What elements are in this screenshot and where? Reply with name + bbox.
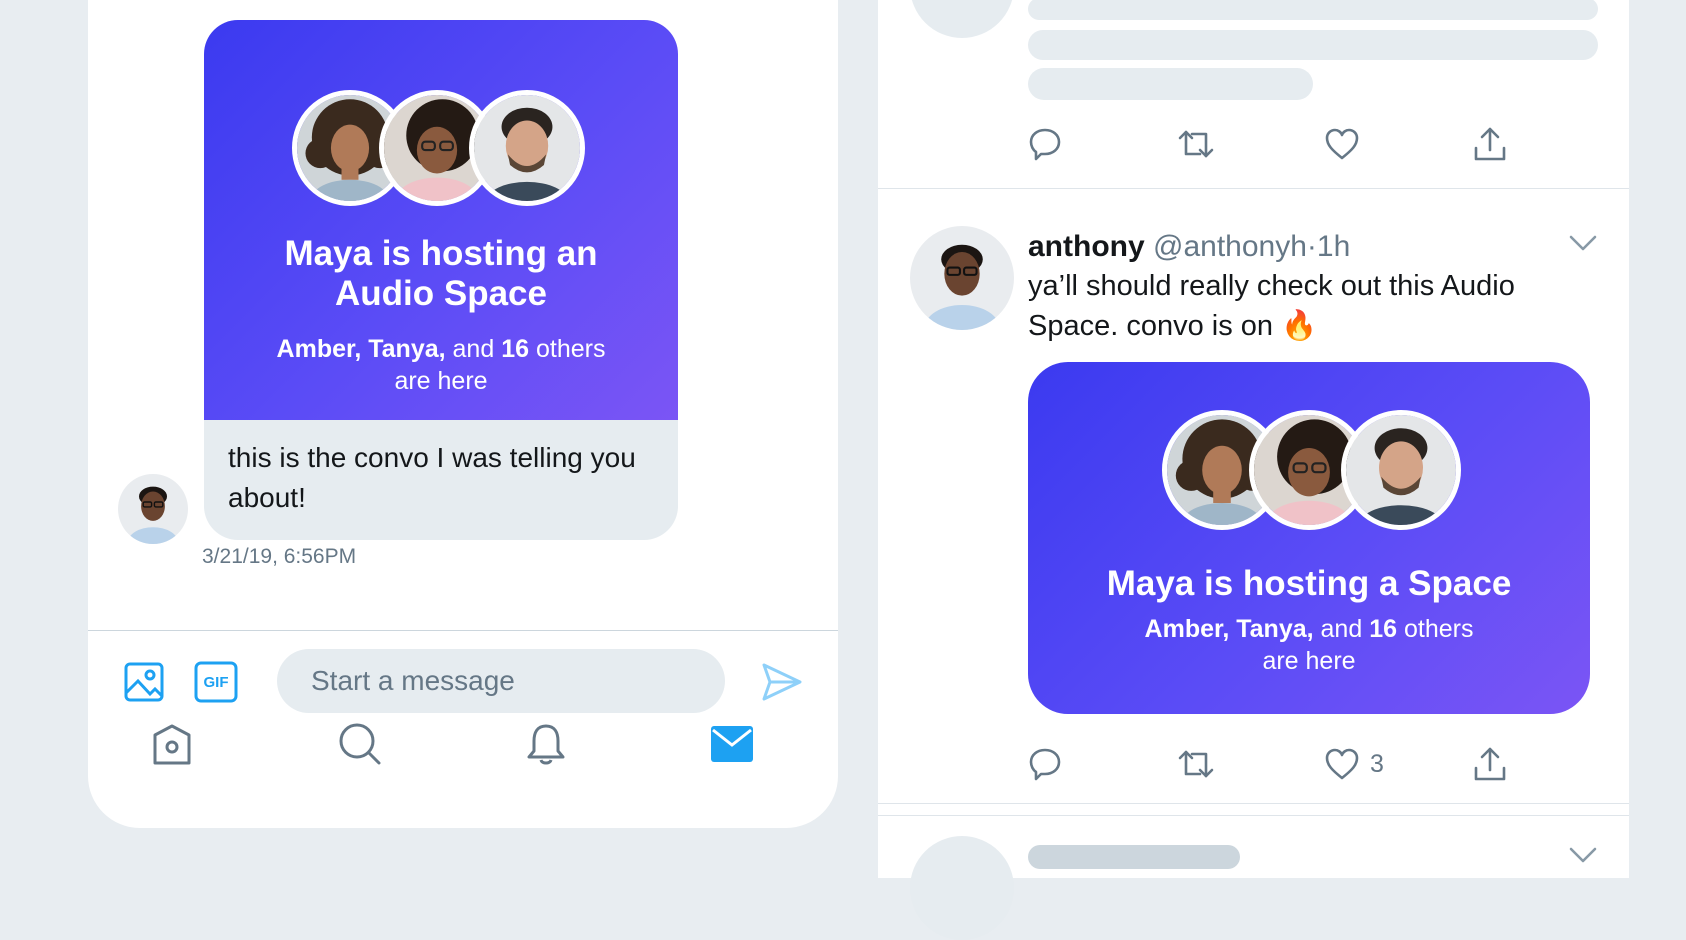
send-icon[interactable] [760, 660, 804, 704]
tweet-actions: 3 [1028, 744, 1549, 784]
composer-divider [88, 630, 838, 631]
bottom-nav [88, 720, 838, 800]
retweet-icon[interactable] [1176, 124, 1216, 164]
tweet-text: ya’ll should really check out this Audio… [1028, 270, 1515, 342]
message-bubble: this is the convo I was telling you abou… [204, 420, 678, 540]
like-icon[interactable] [1324, 124, 1360, 164]
chevron-down-icon[interactable] [1568, 846, 1598, 869]
others-text: others [535, 335, 606, 363]
gif-button[interactable]: GIF [194, 661, 238, 703]
tweet-actions [1028, 124, 1549, 164]
space-participants: Amber, Tanya, and 16 others are here [234, 333, 648, 397]
meta-separator: · [1306, 230, 1317, 263]
tweet-time[interactable]: 1h [1317, 230, 1350, 263]
retweet-icon[interactable] [1176, 744, 1216, 784]
participant-names: Amber, Tanya, [1144, 615, 1314, 643]
message-timestamp: 3/21/19, 6:56PM [202, 545, 357, 568]
chevron-down-icon[interactable] [1568, 234, 1598, 257]
tweet-separator [878, 803, 1629, 804]
image-icon[interactable] [122, 660, 166, 704]
author-name[interactable]: anthony [1028, 230, 1145, 263]
avatar[interactable] [910, 226, 1014, 330]
home-icon[interactable] [148, 720, 196, 768]
and-text: and [1320, 615, 1363, 643]
others-text: others [1403, 615, 1474, 643]
participant-count: 16 [501, 335, 530, 363]
reply-icon[interactable] [1028, 124, 1062, 164]
tweet-separator [878, 188, 1629, 189]
tweet-header: anthony @anthonyh·1h [1028, 227, 1350, 267]
space-card[interactable]: Maya is hosting an Audio Space Amber, Ta… [204, 20, 678, 420]
avatar [469, 90, 585, 206]
gif-label: GIF [203, 673, 229, 691]
skeleton-line [1028, 0, 1598, 20]
participant-count: 16 [1369, 615, 1398, 643]
avatar[interactable] [118, 474, 188, 544]
messages-icon[interactable] [708, 720, 756, 768]
share-icon[interactable] [1472, 124, 1508, 164]
share-icon[interactable] [1472, 744, 1508, 784]
are-here-text: are here [1262, 647, 1356, 675]
author-handle[interactable]: @anthonyh [1153, 230, 1307, 263]
message-input[interactable] [277, 649, 725, 713]
like-button[interactable]: 3 [1324, 744, 1384, 784]
dm-conversation-panel: Maya is hosting an Audio Space Amber, Ta… [88, 0, 838, 828]
skeleton-avatar [910, 836, 1014, 940]
skeleton-line [1028, 845, 1240, 869]
and-text: and [452, 335, 495, 363]
space-title: Maya is hosting a Space [1106, 564, 1512, 603]
participant-names: Amber, Tanya, [276, 335, 446, 363]
message-text: this is the convo I was telling you abou… [228, 442, 636, 513]
space-title: Maya is hosting an Audio Space [284, 234, 598, 313]
reply-icon[interactable] [1028, 744, 1062, 784]
space-participants: Amber, Tanya, and 16 others are here [1088, 613, 1530, 677]
search-icon[interactable] [336, 720, 384, 768]
like-icon [1325, 748, 1359, 780]
space-card[interactable]: Maya is hosting a Space Amber, Tanya, an… [1028, 362, 1590, 714]
like-count: 3 [1370, 749, 1384, 778]
tweet-separator [878, 815, 1629, 816]
skeleton-line [1028, 30, 1598, 60]
notifications-icon[interactable] [522, 720, 570, 768]
are-here-text: are here [394, 367, 488, 395]
skeleton-line [1028, 68, 1313, 100]
skeleton-avatar [910, 0, 1014, 38]
space-avatars [204, 20, 678, 206]
timeline-panel: anthony @anthonyh·1h ya’ll should really… [878, 0, 1629, 940]
avatar [1341, 410, 1461, 530]
